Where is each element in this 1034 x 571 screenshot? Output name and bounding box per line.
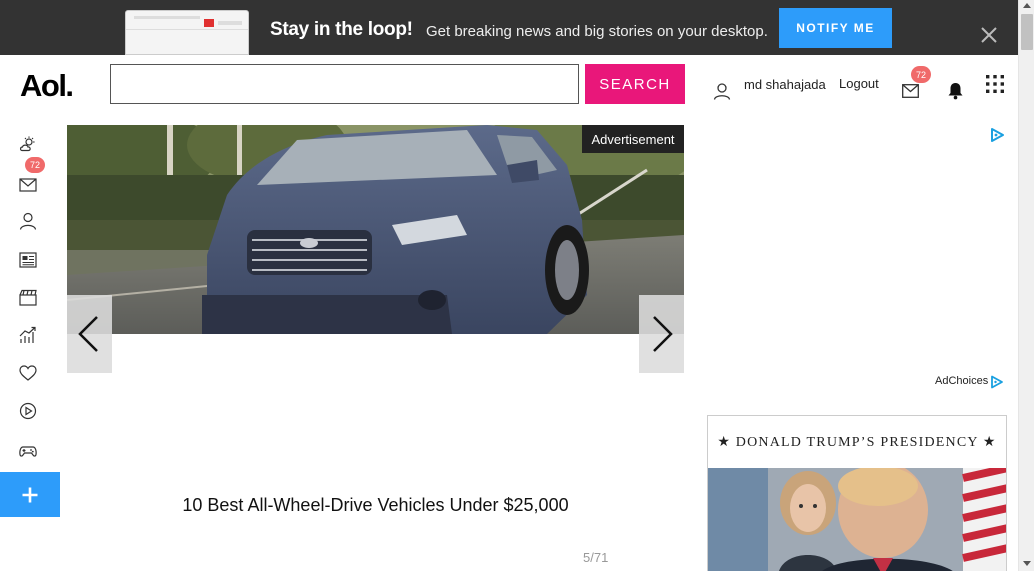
adchoices-link[interactable]: AdChoices [935,375,988,387]
sidebar-mail-count-badge: 72 [25,157,45,173]
chevron-right-icon [653,316,673,352]
video-icon[interactable] [19,402,37,420]
chevron-left-icon [78,316,98,352]
lifestyle-icon[interactable] [19,364,37,382]
previous-slide-button[interactable] [67,295,112,373]
next-slide-button[interactable] [639,295,684,373]
person-icon[interactable] [19,212,37,230]
banner-subtitle: Get breaking news and big stories on you… [426,23,768,40]
games-icon[interactable] [19,442,37,460]
scroll-thumb[interactable] [1021,14,1033,50]
slideshow-image[interactable] [67,125,684,334]
adchoices-icon[interactable] [990,375,1004,389]
weather-icon[interactable] [19,136,37,154]
search-button[interactable]: SEARCH [585,64,685,104]
aol-logo[interactable]: Aol. [20,68,74,104]
search-input[interactable] [110,64,579,104]
advertisement-label: Advertisement [582,125,684,153]
add-button[interactable] [0,472,60,517]
news-icon[interactable] [19,251,37,269]
scroll-up-arrow[interactable] [1023,3,1031,8]
finance-icon[interactable] [19,326,37,344]
feature-card-image[interactable] [708,468,1007,571]
banner-title: Stay in the loop! [270,19,413,40]
mail-count-badge: 72 [911,66,931,83]
close-icon[interactable] [978,24,1000,46]
notify-me-button[interactable]: NOTIFY ME [779,8,892,48]
ad-info-icon[interactable] [989,127,1005,143]
feature-card-title[interactable]: ★ DONALD TRUMP’S PRESIDENCY ★ [708,416,1006,468]
slide-counter: 5/71 [583,550,609,565]
plus-icon [22,487,38,502]
vertical-scrollbar[interactable] [1018,0,1034,571]
slide-caption: 10 Best All-Wheel-Drive Vehicles Under $… [182,495,569,515]
username-link[interactable]: md shahajada [744,77,826,92]
aol-page: Stay in the loop! Get breaking news and … [0,0,1034,571]
scroll-down-arrow[interactable] [1023,561,1031,566]
user-icon[interactable] [713,82,731,100]
mail-icon[interactable] [19,176,37,194]
entertainment-icon[interactable] [19,288,37,306]
notification-banner: Stay in the loop! Get breaking news and … [0,0,1018,55]
bell-icon[interactable] [947,82,964,100]
logout-link[interactable]: Logout [839,76,879,91]
trump-presidency-card[interactable]: ★ DONALD TRUMP’S PRESIDENCY ★ [707,415,1007,571]
mail-icon[interactable] [902,84,919,98]
apps-grid-icon[interactable] [986,75,1004,93]
desktop-notification-illustration [125,10,249,55]
car-photo [67,125,684,334]
